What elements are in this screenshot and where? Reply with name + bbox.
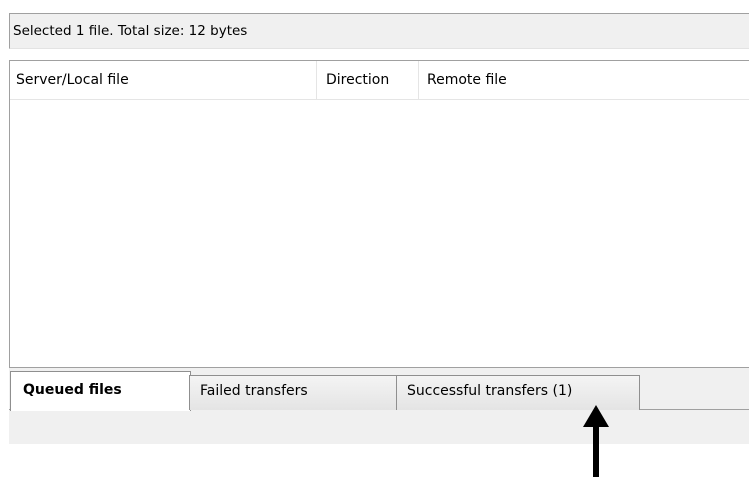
tab-queued-files[interactable]: Queued files (10, 371, 191, 411)
selection-status-text: Selected 1 file. Total size: 12 bytes (13, 23, 248, 39)
column-header-server-local-file[interactable]: Server/Local file (10, 61, 316, 100)
column-header-label: Direction (326, 72, 390, 88)
column-header-direction[interactable]: Direction (316, 61, 418, 100)
column-header-label: Remote file (427, 72, 507, 88)
tab-label: Successful transfers (1) (407, 383, 573, 399)
column-header-label: Server/Local file (16, 72, 129, 88)
tab-failed-transfers[interactable]: Failed transfers (189, 375, 398, 410)
tab-label: Failed transfers (200, 383, 308, 399)
selection-status-bar: Selected 1 file. Total size: 12 bytes (9, 13, 749, 49)
transfer-queue-list[interactable]: Server/Local file Direction Remote file (9, 60, 749, 368)
bottom-status-bar (9, 414, 749, 444)
file-transfer-queue-window: Selected 1 file. Total size: 12 bytes Se… (0, 0, 749, 477)
arrow-up-icon (583, 405, 609, 477)
arrow-head (583, 405, 609, 427)
tab-label: Queued files (23, 382, 122, 398)
arrow-shaft (593, 425, 599, 477)
column-header-remote-file[interactable]: Remote file (418, 61, 749, 100)
queue-tab-strip: Queued files Failed transfers Successful… (9, 368, 749, 414)
queue-list-body[interactable] (10, 100, 749, 367)
queue-list-header: Server/Local file Direction Remote file (10, 61, 749, 100)
